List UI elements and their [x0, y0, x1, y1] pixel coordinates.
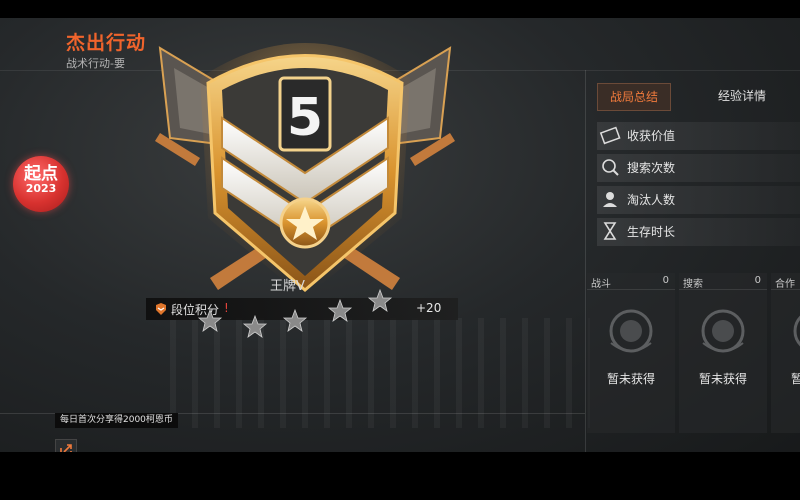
result-tabs: 战局总结 经验详情 — [597, 83, 800, 111]
category-header: 合作 0 — [771, 273, 800, 290]
stat-label: 生存时长 — [627, 225, 676, 239]
category-status: 暂未获得 — [607, 372, 656, 386]
category-card-search: 搜索 0 暂未获得 — [679, 273, 767, 433]
letterbox-bottom — [0, 452, 800, 500]
result-screen: 杰出行动 战术行动-要 起点 2023 5 王牌V 段位积分 ! +20 每日首… — [0, 18, 800, 470]
eliminate-icon — [603, 192, 617, 207]
rank-level: 5 — [287, 88, 323, 148]
loot-icon — [599, 126, 621, 145]
tab-battle-summary[interactable]: 战局总结 — [597, 83, 671, 111]
rank-star-icon — [282, 308, 308, 332]
stat-row-search-count: 搜索次数 — [597, 154, 800, 182]
category-card-cooperation: 合作 0 暂 — [771, 273, 800, 433]
stat-row-loot-value: 收获价值 — [597, 122, 800, 150]
category-count: 0 — [662, 275, 669, 286]
category-status: 暂未获得 — [699, 372, 748, 386]
stat-label: 淘汰人数 — [627, 193, 676, 207]
category-header: 战斗 0 — [587, 273, 675, 290]
locked-medal-icon — [609, 309, 653, 353]
hourglass-icon — [603, 222, 617, 240]
stat-row-eliminations: 淘汰人数 — [597, 186, 800, 214]
rank-emblem: 5 — [155, 43, 455, 298]
stat-label: 搜索次数 — [627, 161, 676, 175]
locked-medal-icon — [701, 309, 745, 353]
rank-shield-icon — [156, 303, 166, 315]
category-card-combat: 战斗 0 暂未获得 — [587, 273, 675, 433]
mode-subtitle: 战术行动-要 — [66, 57, 125, 70]
locked-medal-icon — [793, 315, 800, 347]
share-tip: 每日首次分享得2000柯恩币 — [55, 413, 178, 428]
category-name: 合作 — [775, 279, 795, 290]
stat-label: 收获价值 — [627, 129, 676, 143]
rank-stars — [197, 288, 393, 338]
category-name: 战斗 — [591, 279, 611, 290]
panel-divider — [585, 70, 586, 470]
score-delta: +20 — [416, 301, 442, 315]
tab-exp-details[interactable]: 经验详情 — [697, 83, 787, 109]
rank-star-icon — [367, 288, 393, 312]
category-header: 搜索 0 — [679, 273, 767, 290]
category-status: 暂 — [791, 372, 800, 386]
event-badge-line1: 起点 — [24, 164, 58, 184]
page-title: 杰出行动 — [66, 32, 147, 54]
search-icon — [602, 159, 619, 176]
rank-star-icon — [327, 298, 353, 322]
category-count: 0 — [754, 275, 761, 286]
event-badge[interactable]: 起点 2023 — [13, 156, 69, 212]
event-badge-line2: 2023 — [25, 182, 57, 195]
category-name: 搜索 — [683, 279, 703, 290]
stat-row-survival-time: 生存时长 — [597, 218, 800, 246]
rank-star-icon — [242, 314, 268, 338]
rank-star-icon — [197, 308, 223, 332]
